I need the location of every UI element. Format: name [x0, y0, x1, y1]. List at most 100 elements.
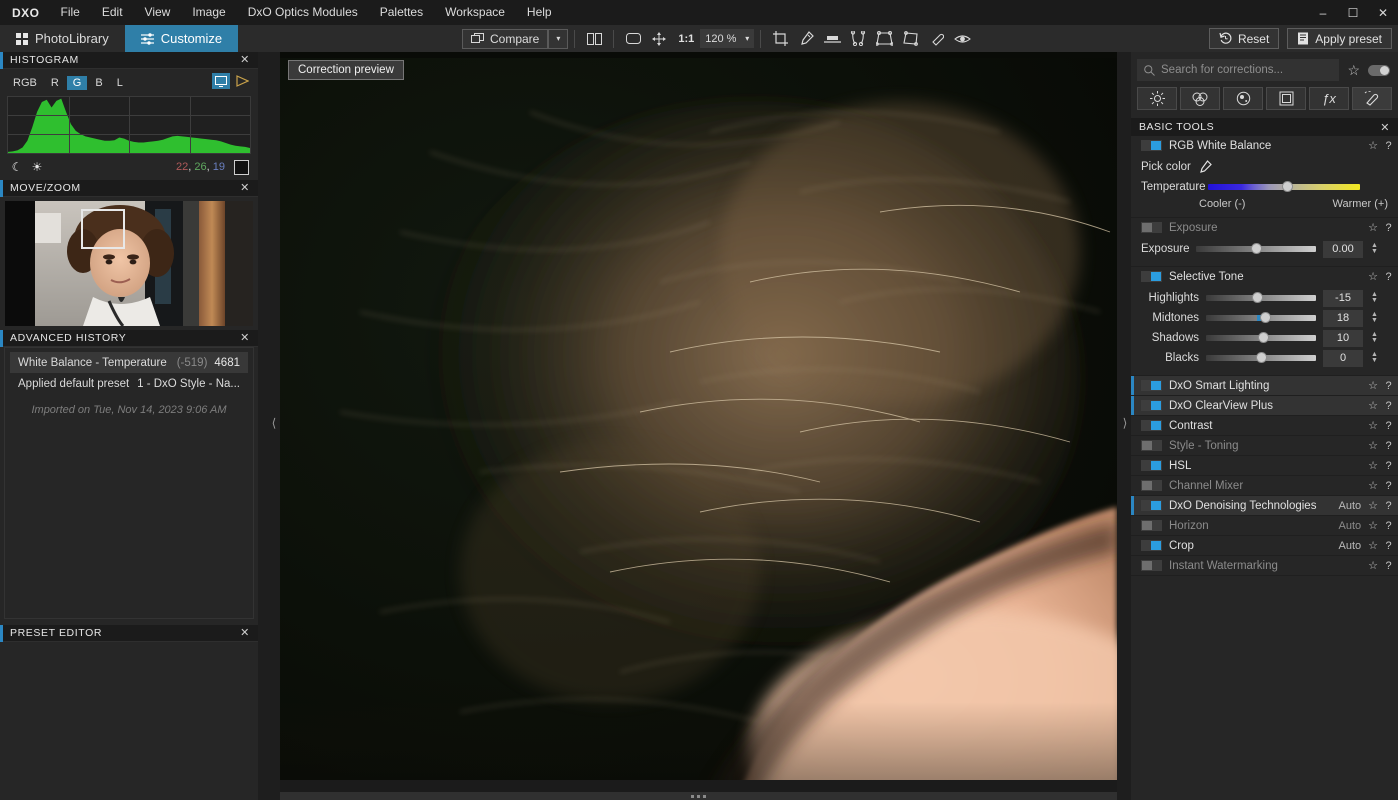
- apply-preset-button[interactable]: Apply preset: [1287, 28, 1392, 49]
- menu-edit[interactable]: Edit: [91, 0, 134, 25]
- move-hand-icon[interactable]: [646, 27, 672, 51]
- shadows-value[interactable]: 10: [1323, 329, 1363, 347]
- tool-toggle[interactable]: [1141, 420, 1162, 431]
- histogram-panel-header[interactable]: HISTOGRAM ✕: [0, 52, 258, 69]
- tool-toggle[interactable]: [1141, 222, 1162, 233]
- reset-button[interactable]: Reset: [1208, 28, 1280, 49]
- midtones-stepper[interactable]: ▲ ▼: [1370, 311, 1379, 324]
- tool-header-hsl[interactable]: HSL ☆ ?: [1131, 456, 1398, 475]
- menu-palettes[interactable]: Palettes: [369, 0, 434, 25]
- fit-to-screen-icon[interactable]: [620, 27, 646, 51]
- exposure-slider[interactable]: [1196, 243, 1316, 254]
- tool-toggle[interactable]: [1141, 460, 1162, 471]
- highlights-value[interactable]: -15: [1323, 289, 1363, 307]
- blacks-stepper[interactable]: ▲ ▼: [1370, 351, 1379, 364]
- history-row-default-preset[interactable]: Applied default preset 1 - DxO Style - N…: [10, 373, 248, 394]
- preset-editor-panel-header[interactable]: PRESET EDITOR ✕: [0, 625, 258, 642]
- favorite-star-icon[interactable]: ☆: [1368, 399, 1378, 412]
- close-icon[interactable]: ✕: [240, 180, 250, 197]
- temperature-slider[interactable]: [1208, 181, 1360, 192]
- navigator-thumbnail[interactable]: [5, 201, 253, 326]
- exposure-stepper[interactable]: ▲ ▼: [1370, 242, 1379, 255]
- highlights-stepper[interactable]: ▲ ▼: [1370, 291, 1379, 304]
- light-icon[interactable]: [1137, 87, 1177, 110]
- preview-eye-icon[interactable]: [949, 27, 975, 51]
- pick-color-row[interactable]: Pick color: [1141, 157, 1390, 177]
- tool-header-contrast[interactable]: Contrast ☆ ?: [1131, 416, 1398, 435]
- auto-label[interactable]: Auto: [1338, 520, 1361, 532]
- tool-toggle[interactable]: [1141, 271, 1162, 282]
- favorite-star-icon[interactable]: ☆: [1368, 419, 1378, 432]
- blacks-slider-knob[interactable]: [1256, 352, 1267, 363]
- tool-toggle[interactable]: [1141, 560, 1162, 571]
- tool-header-rgb-white-balance[interactable]: RGB White Balance ☆ ?: [1131, 136, 1398, 155]
- tool-header-dxo-clearview-plus[interactable]: DxO ClearView Plus ☆ ?: [1131, 396, 1398, 415]
- close-icon[interactable]: ✕: [1380, 121, 1390, 134]
- advanced-history-panel-header[interactable]: ADVANCED HISTORY ✕: [0, 330, 258, 347]
- menu-help[interactable]: Help: [516, 0, 563, 25]
- help-icon[interactable]: ?: [1385, 222, 1392, 234]
- collapse-left-panel-button[interactable]: ⟨: [268, 412, 280, 434]
- midtones-slider-row[interactable]: Midtones 18 ▲ ▼: [1141, 308, 1390, 328]
- tool-dxo-smart-lighting[interactable]: DxO Smart Lighting ☆ ?: [1131, 376, 1398, 396]
- tool-header-channel-mixer[interactable]: Channel Mixer ☆ ?: [1131, 476, 1398, 495]
- shadows-slider-knob[interactable]: [1258, 332, 1270, 343]
- local-adjustments-icon[interactable]: [1352, 87, 1392, 110]
- help-icon[interactable]: ?: [1385, 540, 1392, 552]
- repair-brush-icon[interactable]: [923, 27, 949, 51]
- favorite-star-icon[interactable]: ☆: [1368, 459, 1378, 472]
- tool-toggle[interactable]: [1141, 400, 1162, 411]
- menu-dxo-optics-modules[interactable]: DxO Optics Modules: [237, 0, 369, 25]
- help-icon[interactable]: ?: [1385, 440, 1392, 452]
- highlights-slider[interactable]: [1206, 292, 1316, 303]
- favorite-star-icon[interactable]: ☆: [1368, 221, 1378, 234]
- menu-view[interactable]: View: [134, 0, 182, 25]
- shadows-stepper[interactable]: ▲ ▼: [1370, 331, 1379, 344]
- eyedropper-icon[interactable]: [1198, 160, 1212, 174]
- histogram-channel-b[interactable]: B: [89, 76, 108, 90]
- tool-header-style-toning[interactable]: Style - Toning ☆ ?: [1131, 436, 1398, 455]
- help-icon[interactable]: ?: [1385, 560, 1392, 572]
- temperature-slider-knob[interactable]: [1282, 181, 1294, 192]
- tool-style-toning[interactable]: Style - Toning ☆ ?: [1131, 436, 1398, 456]
- tool-horizon[interactable]: Horizon Auto ☆ ?: [1131, 516, 1398, 536]
- midtones-slider-knob[interactable]: [1260, 312, 1272, 323]
- tool-hsl[interactable]: HSL ☆ ?: [1131, 456, 1398, 476]
- favorite-star-icon[interactable]: ☆: [1368, 539, 1378, 552]
- monitor-icon[interactable]: [212, 73, 230, 89]
- tool-toggle[interactable]: [1141, 380, 1162, 391]
- blacks-slider[interactable]: [1206, 352, 1316, 363]
- close-icon[interactable]: ✕: [1368, 0, 1398, 25]
- image-viewport[interactable]: Correction preview: [280, 52, 1117, 792]
- tool-header-horizon[interactable]: Horizon Auto ☆ ?: [1131, 516, 1398, 535]
- control-line-icon[interactable]: [845, 27, 871, 51]
- favorite-star-icon[interactable]: ☆: [1368, 519, 1378, 532]
- color-circles-icon[interactable]: [1180, 87, 1220, 110]
- exposure-slider-row[interactable]: Exposure 0.00 ▲ ▼: [1141, 239, 1390, 259]
- history-row-white-balance[interactable]: White Balance - Temperature (-519) 4681: [10, 352, 248, 373]
- sun-icon[interactable]: ☀: [27, 160, 47, 174]
- help-icon[interactable]: ?: [1385, 460, 1392, 472]
- minimize-icon[interactable]: –: [1308, 0, 1338, 25]
- blacks-slider-row[interactable]: Blacks 0 ▲ ▼: [1141, 348, 1390, 368]
- tab-photolibrary[interactable]: PhotoLibrary: [0, 25, 125, 52]
- highlights-slider-row[interactable]: Highlights -15 ▲ ▼: [1141, 288, 1390, 308]
- histogram-channel-rgb[interactable]: RGB: [7, 76, 43, 90]
- correction-preview-badge[interactable]: Correction preview: [288, 60, 404, 80]
- perspective-icon[interactable]: [871, 27, 897, 51]
- help-icon[interactable]: ?: [1385, 480, 1392, 492]
- moon-icon[interactable]: ☾: [7, 160, 27, 174]
- temperature-slider-row[interactable]: Temperature: [1141, 177, 1390, 197]
- compare-button[interactable]: Compare: [462, 28, 549, 49]
- tool-channel-mixer[interactable]: Channel Mixer ☆ ?: [1131, 476, 1398, 496]
- tool-contrast[interactable]: Contrast ☆ ?: [1131, 416, 1398, 436]
- zoom-ratio-label[interactable]: 1:1: [672, 33, 700, 45]
- favorite-star-icon[interactable]: ☆: [1368, 479, 1378, 492]
- favorite-star-icon[interactable]: ☆: [1368, 270, 1378, 283]
- tool-header-crop[interactable]: Crop Auto ☆ ?: [1131, 536, 1398, 555]
- shadows-slider[interactable]: [1206, 332, 1316, 343]
- eyedropper-icon[interactable]: [793, 27, 819, 51]
- tool-header-dxo-denoising-technologies[interactable]: DxO Denoising Technologies Auto ☆ ?: [1131, 496, 1398, 515]
- effects-fx-icon[interactable]: ƒx: [1309, 87, 1349, 110]
- close-icon[interactable]: ✕: [240, 52, 250, 69]
